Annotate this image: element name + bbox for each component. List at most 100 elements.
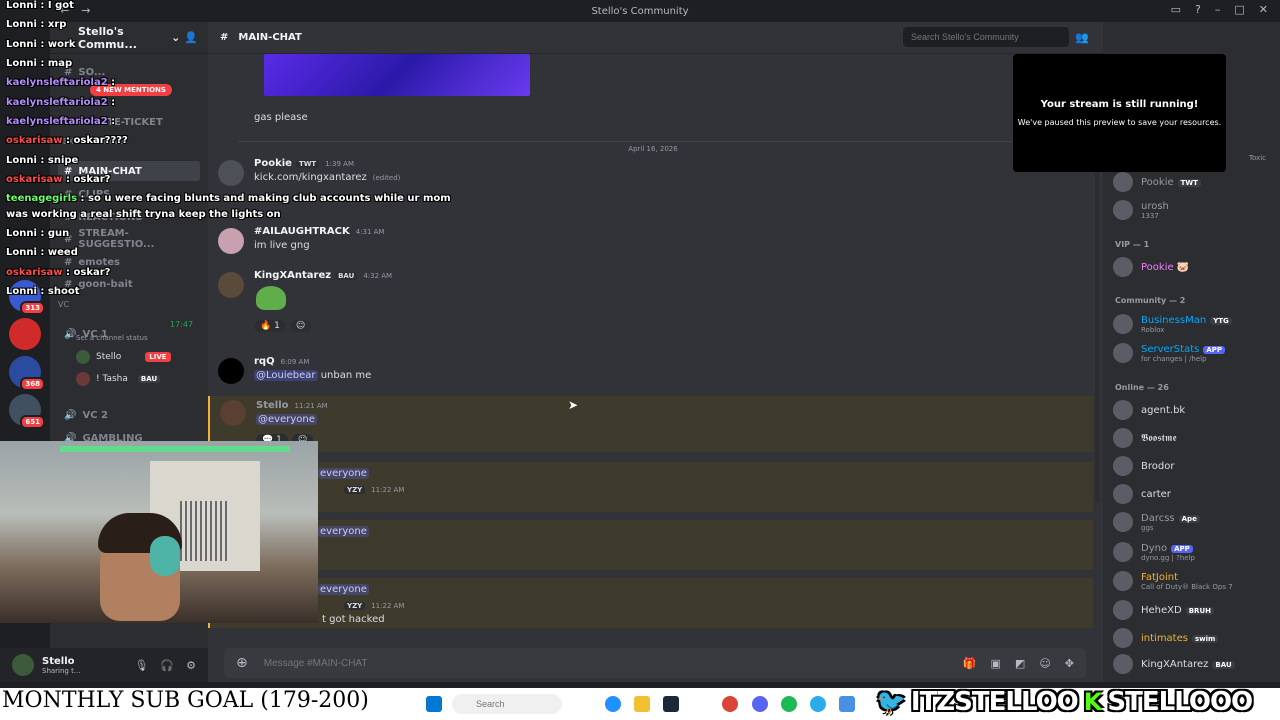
member-name: Pookie 🐷 (1141, 261, 1190, 273)
webcam-feed (0, 441, 318, 623)
twitter-handle: ITZSTELLOO (910, 687, 1079, 717)
member-activity: ggs (1141, 523, 1154, 532)
message-author[interactable]: YZY 11:22 AM (340, 484, 404, 495)
category-vc[interactable]: VC (58, 300, 69, 309)
message-author[interactable]: KingXAntarez BAU 4:32 AM (254, 270, 392, 281)
inbox-icon[interactable]: ▭ (1171, 3, 1181, 16)
message-author[interactable]: #AILAUGHTRACK 4:31 AM (254, 226, 384, 237)
server-icon[interactable]: 368 (9, 356, 45, 391)
chrome-icon[interactable] (722, 696, 738, 712)
stream-notice-title: Your stream is still running! (1040, 99, 1199, 110)
vc1-status[interactable]: Set a channel status (76, 334, 148, 342)
minimize-button[interactable]: – (1215, 3, 1221, 16)
channel-label: goon-bait (78, 278, 133, 290)
discord-icon[interactable] (752, 696, 768, 712)
reaction[interactable]: 🔥 1 (254, 320, 286, 332)
user-name: Stello (42, 655, 75, 667)
member-item[interactable]: HeheXD BRUH (1113, 598, 1273, 622)
user-info[interactable]: Stello Sharing t... (42, 656, 81, 675)
search-input[interactable] (903, 27, 1069, 47)
server-icon[interactable]: 651 (9, 394, 45, 429)
member-name: KingXAntarez BAU (1141, 659, 1235, 670)
message-body: everyone (318, 526, 369, 537)
member-item[interactable]: Pookie 🐷 (1113, 255, 1273, 279)
member-activity: dyno.gg | ?help (1141, 553, 1195, 562)
gift-icon[interactable]: 🎁 (963, 657, 977, 670)
member-item[interactable]: Darcss Ape ggs (1113, 510, 1273, 534)
member-item[interactable]: 𝕭𝖔𝖔𝖘𝖙𝖒𝖊 (1113, 426, 1273, 450)
message-author[interactable]: YZY 11:22 AM (340, 600, 404, 611)
maximize-button[interactable]: □ (1234, 3, 1244, 16)
embed-image[interactable] (264, 54, 530, 96)
overlay-chat-line: Lonni : snipe (6, 155, 79, 166)
mouse-cursor-icon: ➤ (568, 398, 579, 412)
apps-icon[interactable]: ✥ (1065, 657, 1074, 670)
notepad-icon[interactable] (839, 696, 855, 712)
spotify-icon[interactable] (781, 696, 797, 712)
invite-icon[interactable]: 👤 (184, 31, 198, 44)
emoji-icon[interactable]: ☺ (1039, 657, 1050, 670)
user-controls: 🎙 🎧 ⚙ (134, 659, 196, 672)
channel-item[interactable]: # STREAM-SUGGESTIO... (58, 228, 200, 250)
server-name: Stello's Commu... (78, 24, 137, 51)
channel-label: VC 2 (82, 409, 108, 421)
help-icon[interactable]: ? (1195, 3, 1201, 16)
edge-icon[interactable] (605, 696, 621, 712)
message-input[interactable] (263, 657, 864, 669)
role-tag: BAU (137, 375, 161, 383)
member-tag: APP (1203, 345, 1226, 354)
add-reaction-icon[interactable]: ☺ (289, 320, 312, 332)
member-item[interactable]: agent.bk (1113, 398, 1273, 422)
telegram-icon[interactable] (810, 696, 826, 712)
member-item[interactable]: carter (1113, 482, 1273, 506)
voice-user[interactable]: Stello LIVE (76, 350, 171, 364)
avatar (1113, 456, 1133, 476)
member-item[interactable]: Pookie TWT (1113, 170, 1273, 194)
member-item[interactable]: ServerStats APP for changes | /help (1113, 341, 1273, 365)
gif-icon[interactable]: ▣ (991, 657, 1001, 670)
avatar[interactable] (218, 272, 244, 298)
member-name: Brodor (1141, 460, 1175, 472)
members-icon[interactable]: 👥 (1075, 31, 1089, 44)
headphones-icon[interactable]: 🎧 (160, 659, 174, 672)
mic-icon[interactable]: 🎙 (134, 659, 148, 672)
member-item[interactable]: BusinessMan YTG Roblox (1113, 312, 1273, 336)
channel-item[interactable]: 🔊 VC 2 (58, 405, 200, 425)
message-author[interactable]: rqQ 6:09 AM (254, 356, 309, 367)
member-tag: swim (1191, 634, 1219, 643)
avatar[interactable] (218, 228, 244, 254)
member-item[interactable]: urosh 1337 (1113, 198, 1273, 222)
avatar (1113, 600, 1133, 620)
member-item[interactable]: KingXAntarez BAU (1113, 652, 1273, 676)
member-item[interactable]: Dyno APP dyno.gg | ?help (1113, 540, 1273, 564)
avatar (1113, 257, 1133, 277)
gear-icon[interactable]: ⚙ (186, 659, 196, 672)
server-icon[interactable] (9, 318, 41, 350)
message-highlighted: everyone YZY 11:22 AM t got hacked (208, 578, 1093, 628)
message-author[interactable]: Pookie TWT 1:39 AM (254, 158, 354, 169)
forward-icon[interactable]: → (81, 4, 90, 17)
member-item[interactable]: Brodor (1113, 454, 1273, 478)
avatar[interactable] (218, 160, 244, 186)
window-title: Stello's Community (591, 5, 689, 17)
folder-icon[interactable] (634, 696, 650, 712)
avatar (1113, 571, 1133, 591)
avatar (1113, 343, 1133, 363)
member-item[interactable]: FatJoint Call of Duty® Black Ops 7 (1113, 569, 1273, 593)
kick-icon: K (1083, 688, 1103, 716)
channel-label: emotes (78, 256, 120, 268)
member-item[interactable]: intimates swim (1113, 626, 1273, 650)
steam-icon[interactable] (663, 696, 679, 712)
avatar[interactable] (220, 400, 246, 426)
member-group-header: Community — 2 (1115, 296, 1186, 305)
avatar[interactable] (218, 358, 244, 384)
voice-user[interactable]: ! Tasha BAU (76, 372, 161, 386)
member-tag: APP (1171, 544, 1193, 553)
sticker-icon[interactable]: ◩ (1015, 657, 1025, 670)
close-button[interactable]: ✕ (1259, 3, 1268, 16)
taskbar-search[interactable] (452, 694, 562, 714)
windows-start-icon[interactable] (426, 696, 442, 712)
plus-icon[interactable]: ⊕ (236, 655, 248, 671)
avatar[interactable] (12, 654, 34, 676)
message-author[interactable]: Stello 11:21 AM (256, 400, 328, 411)
